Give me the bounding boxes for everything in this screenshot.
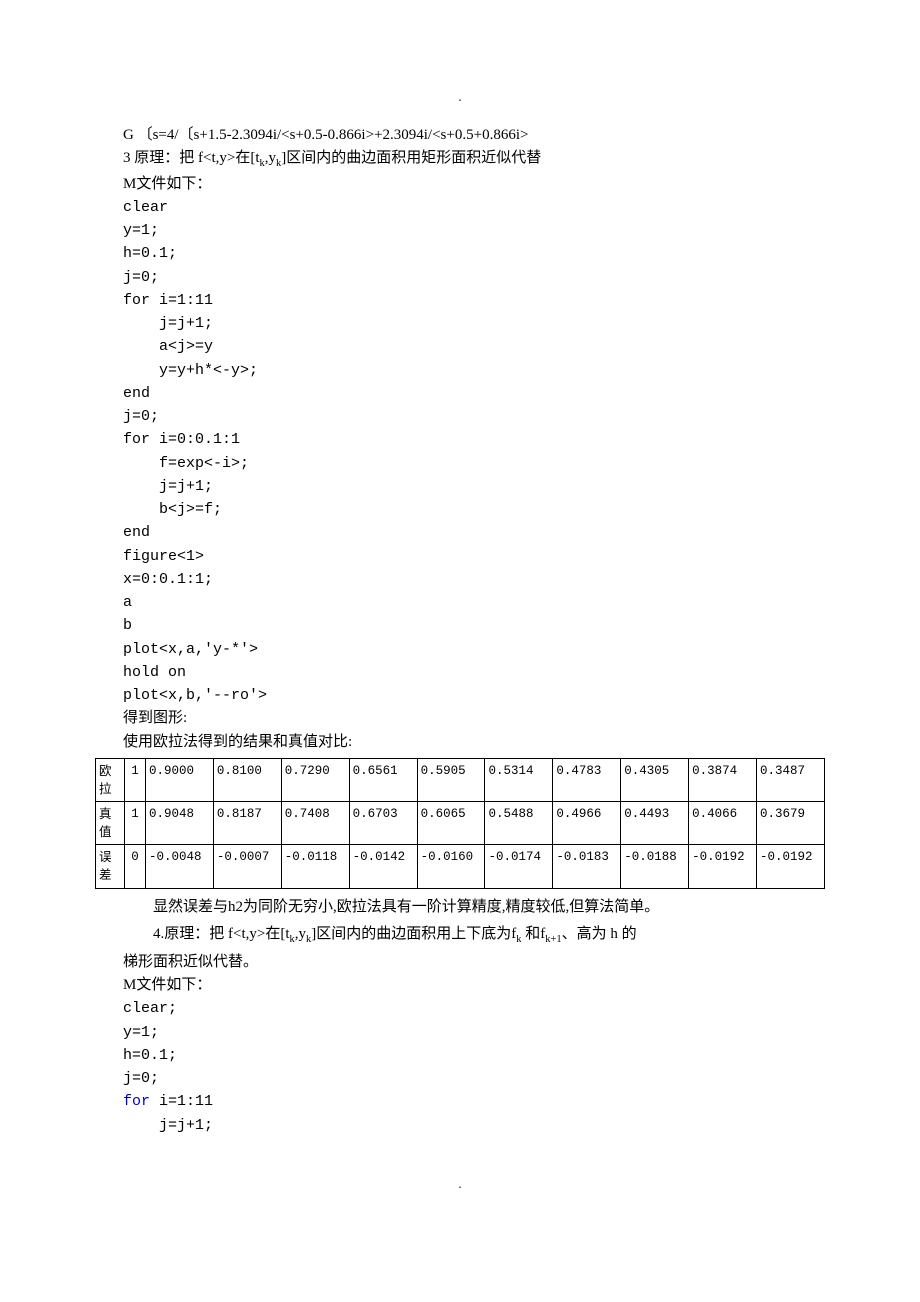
table-cell: 0.8100 <box>213 758 281 801</box>
code-line: b<j>=f; <box>123 498 825 521</box>
table-cell: -0.0174 <box>485 845 553 888</box>
row-first: 1 <box>125 802 146 845</box>
code-line: f=exp<-i>; <box>123 452 825 475</box>
table-cell: 0.5488 <box>485 802 553 845</box>
table-row: 误差0-0.0048-0.0007-0.0118-0.0142-0.0160-0… <box>96 845 825 888</box>
code-line: for i=1:11 <box>123 289 825 312</box>
code-line: j=j+1; <box>123 1114 825 1137</box>
code-line: b <box>123 614 825 637</box>
code-line: j=0; <box>123 1067 825 1090</box>
code-line: x=0:0.1:1; <box>123 568 825 591</box>
table-cell: 0.9000 <box>146 758 214 801</box>
code-line: plot<x,b,'--ro'> <box>123 684 825 707</box>
table-cell: -0.0183 <box>553 845 621 888</box>
table-cell: 0.6065 <box>417 802 485 845</box>
table-cell: -0.0142 <box>349 845 417 888</box>
code-line: h=0.1; <box>123 242 825 265</box>
table-cell: 0.7290 <box>281 758 349 801</box>
table-cell: -0.0048 <box>146 845 214 888</box>
row-label: 真值 <box>96 802 125 845</box>
keyword-for: for <box>123 1093 150 1110</box>
table-cell: 0.7408 <box>281 802 349 845</box>
table-cell: 0.5905 <box>417 758 485 801</box>
comparison-table: 欧拉10.90000.81000.72900.65610.59050.53140… <box>95 758 825 889</box>
code-line: for i=0:0.1:1 <box>123 428 825 451</box>
code-line: hold on <box>123 661 825 684</box>
principle-4-line2: 梯形面积近似代替。 <box>123 951 825 974</box>
table-cell: -0.0118 <box>281 845 349 888</box>
footer-dot: . <box>95 1177 825 1193</box>
table-cell: 0.4493 <box>621 802 689 845</box>
table-cell: 0.4305 <box>621 758 689 801</box>
code-line: end <box>123 521 825 544</box>
code-line: y=1; <box>123 1021 825 1044</box>
code-line: a<j>=y <box>123 335 825 358</box>
table-cell: 0.3487 <box>757 758 825 801</box>
table-cell: -0.0192 <box>689 845 757 888</box>
code-line: y=1; <box>123 219 825 242</box>
row-first: 1 <box>125 758 146 801</box>
code-block-1: clear y=1; h=0.1; j=0; for i=1:11 j=j+1;… <box>123 196 825 708</box>
table-cell: -0.0188 <box>621 845 689 888</box>
table-cell: -0.0160 <box>417 845 485 888</box>
code-line: j=j+1; <box>123 312 825 335</box>
table-cell: 0.6703 <box>349 802 417 845</box>
table-cell: 0.4966 <box>553 802 621 845</box>
code-line: plot<x,a,'y-*'> <box>123 638 825 661</box>
code-line: j=0; <box>123 405 825 428</box>
table-cell: 0.9048 <box>146 802 214 845</box>
table-cell: 0.3679 <box>757 802 825 845</box>
table-cell: 0.5314 <box>485 758 553 801</box>
code-line: end <box>123 382 825 405</box>
table-cell: 0.6561 <box>349 758 417 801</box>
table-cell: 0.3874 <box>689 758 757 801</box>
table-row: 欧拉10.90000.81000.72900.65610.59050.53140… <box>96 758 825 801</box>
mfile-label-1: M文件如下： <box>123 173 825 196</box>
code-line: h=0.1; <box>123 1044 825 1067</box>
code-block-2: clear; y=1; h=0.1; j=0; for i=1:11 j=j+1… <box>123 997 825 1137</box>
principle-3: 3 原理：把 f<t,y>在[tk,yk]区间内的曲边面积用矩形面积近似代替 <box>123 147 825 172</box>
row-first: 0 <box>125 845 146 888</box>
code-line: a <box>123 591 825 614</box>
code-line: figure<1> <box>123 545 825 568</box>
result-graph-label: 得到图形: <box>123 707 825 730</box>
code-line: for i=1:11 <box>123 1090 825 1113</box>
code-line: j=j+1; <box>123 475 825 498</box>
mfile-label-2: M文件如下： <box>123 974 825 997</box>
code-line: y=y+h*<-y>; <box>123 359 825 382</box>
formula-line: G 〔s=4/〔s+1.5-2.3094i/<s+0.5-0.866i>+2.3… <box>123 124 825 147</box>
principle-4-line1: 4.原理：把 f<t,y>在[tk,yk]区间内的曲边面积用上下底为fk 和fk… <box>123 922 825 949</box>
table-cell: 0.8187 <box>213 802 281 845</box>
row-label: 欧拉 <box>96 758 125 801</box>
table-cell: -0.0192 <box>757 845 825 888</box>
table-row: 真值10.90480.81870.74080.67030.60650.54880… <box>96 802 825 845</box>
conclusion-text: 显然误差与h2为同阶无穷小,欧拉法具有一阶计算精度,精度较低,但算法简单。 <box>123 895 825 921</box>
code-line: clear <box>123 196 825 219</box>
header-dot: . <box>95 90 825 106</box>
compare-label: 使用欧拉法得到的结果和真值对比: <box>123 731 825 754</box>
row-label: 误差 <box>96 845 125 888</box>
code-line: clear; <box>123 997 825 1020</box>
table-cell: 0.4066 <box>689 802 757 845</box>
code-line: j=0; <box>123 266 825 289</box>
table-cell: 0.4783 <box>553 758 621 801</box>
table-cell: -0.0007 <box>213 845 281 888</box>
